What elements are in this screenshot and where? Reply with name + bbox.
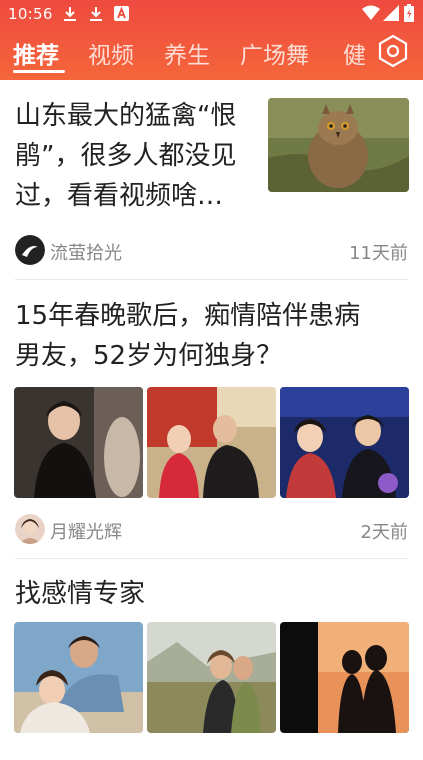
battery-icon <box>404 4 414 22</box>
tab-square-dance[interactable]: 广场舞 <box>240 36 309 70</box>
download-icon <box>64 7 76 21</box>
article-source: 月耀光辉 <box>50 522 122 543</box>
title-line: 找感情专家 <box>15 579 146 609</box>
article-source: 流萤拾光 <box>50 243 122 264</box>
app-header: 10:56 推荐 视频 养生 广场舞 健 <box>0 0 423 80</box>
hexagon-settings-icon[interactable] <box>376 34 410 68</box>
tab-video[interactable]: 视频 <box>88 36 134 70</box>
status-bar: 10:56 <box>0 0 423 28</box>
article-time: 2天前 <box>360 522 408 543</box>
active-tab-indicator <box>13 70 65 73</box>
tab-health[interactable]: 养生 <box>164 36 210 70</box>
wifi-icon <box>362 5 380 20</box>
article-thumbnail-2 <box>147 622 276 733</box>
title-line: 过，看看视频啥… <box>15 181 224 211</box>
divider <box>15 558 408 559</box>
signal-icon <box>383 5 399 21</box>
article-title: 找感情专家 <box>15 574 415 614</box>
title-line: 鹃”，很多人都没见 <box>15 141 237 171</box>
title-line: 15年春晚歌后，痴情陪伴患病 <box>15 301 361 331</box>
title-line: 山东最大的猛禽“恨 <box>15 101 237 131</box>
tab-recommend[interactable]: 推荐 <box>13 36 59 70</box>
article-card[interactable]: 山东最大的猛禽“恨 鹃”，很多人都没见 过，看看视频啥… 流萤拾光 11天前 <box>0 80 423 280</box>
article-thumbnail-3 <box>280 622 409 733</box>
download-icon <box>90 7 102 21</box>
tab-fitness[interactable]: 健 <box>343 36 366 70</box>
avatar <box>15 514 45 544</box>
article-card[interactable]: 找感情专家 <box>0 560 423 760</box>
avatar <box>15 235 45 265</box>
title-line: 男友，52岁为何独身？ <box>15 341 283 371</box>
article-thumbnail-1 <box>14 622 143 733</box>
status-time: 10:56 <box>8 5 53 23</box>
article-title: 15年春晚歌后，痴情陪伴患病 男友，52岁为何独身？ <box>15 296 415 376</box>
article-thumbnail-1 <box>14 387 143 498</box>
article-time: 11天前 <box>349 243 408 264</box>
article-thumbnail-3 <box>280 387 409 498</box>
article-title: 山东最大的猛禽“恨 鹃”，很多人都没见 过，看看视频啥… <box>15 96 265 216</box>
article-thumbnail-owl <box>268 98 409 192</box>
article-card[interactable]: 15年春晚歌后，痴情陪伴患病 男友，52岁为何独身？ 月耀光辉 2天前 <box>0 280 423 560</box>
font-a-icon <box>114 6 129 21</box>
article-thumbnail-2 <box>147 387 276 498</box>
category-tabs: 推荐 视频 养生 广场舞 健 <box>0 30 423 76</box>
